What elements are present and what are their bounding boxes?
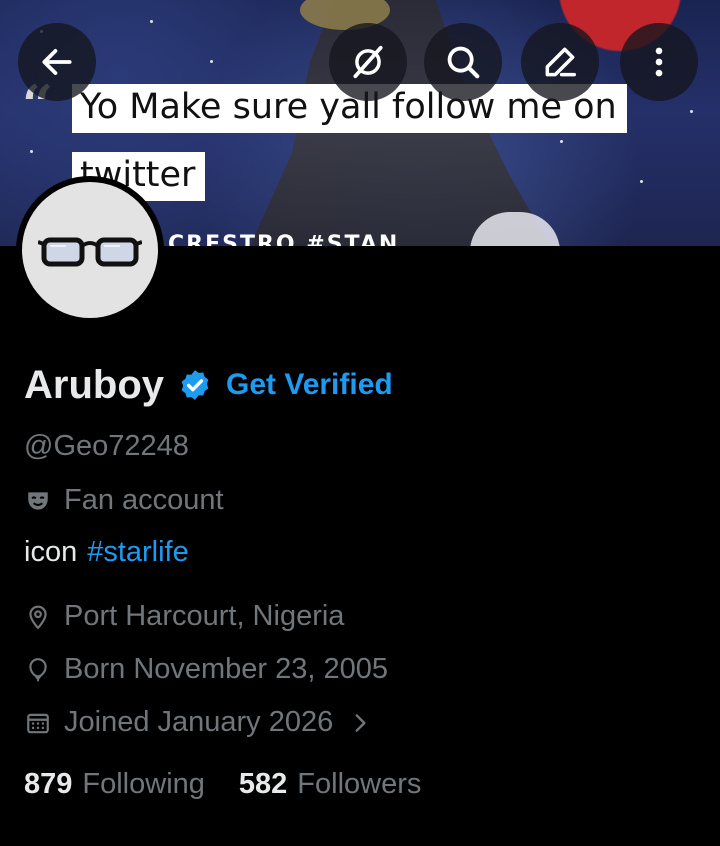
mask-icon <box>24 487 52 515</box>
username-handle: @Geo72248 <box>24 430 189 462</box>
followers-count: 582 <box>238 768 288 800</box>
following-link[interactable]: 879 Following <box>24 768 205 801</box>
glasses-icon <box>38 237 142 267</box>
display-name: Aruboy <box>24 362 164 407</box>
search-button[interactable] <box>424 23 502 101</box>
edit-button[interactable] <box>521 23 599 101</box>
grok-icon <box>353 45 383 79</box>
following-count: 879 <box>24 768 73 800</box>
more-options-button[interactable] <box>620 23 698 101</box>
followers-link[interactable]: 582 Followers <box>239 768 421 801</box>
joined-text: Joined January 2026 <box>64 706 334 738</box>
name-row: Aruboy Get Verified <box>24 360 393 410</box>
following-label: Following <box>82 768 205 800</box>
banner-caption-cut: CRESTRO #STAN <box>168 232 400 246</box>
avatar-image <box>22 182 158 318</box>
bio: icon #starlife <box>24 536 189 569</box>
more-vertical-icon <box>655 47 663 77</box>
birthday-text: Born November 23, 2005 <box>64 653 389 685</box>
location-pin-icon <box>24 603 52 631</box>
birthday-row: Born November 23, 2005 <box>24 653 388 686</box>
bio-text: icon <box>24 536 78 568</box>
edit-icon <box>545 47 576 77</box>
joined-row[interactable]: Joined January 2026 <box>24 706 373 739</box>
bio-hashtag-link[interactable]: #starlife <box>87 536 189 568</box>
followers-label: Followers <box>297 768 422 800</box>
search-icon <box>447 46 480 79</box>
back-button[interactable] <box>18 23 96 101</box>
avatar[interactable] <box>16 176 164 324</box>
location-row: Port Harcourt, Nigeria <box>24 600 344 633</box>
balloon-icon <box>24 656 52 684</box>
category-label: Fan account <box>64 484 224 516</box>
follow-stats: 879 Following 582 Followers <box>24 768 421 801</box>
chevron-right-icon[interactable] <box>347 710 373 736</box>
grok-button[interactable] <box>329 23 407 101</box>
calendar-icon <box>24 709 52 737</box>
verified-badge-icon[interactable] <box>178 368 212 402</box>
back-arrow-icon <box>42 49 72 75</box>
professional-category: Fan account <box>24 484 224 517</box>
location-text: Port Harcourt, Nigeria <box>64 600 345 632</box>
get-verified-link[interactable]: Get Verified <box>226 368 393 402</box>
